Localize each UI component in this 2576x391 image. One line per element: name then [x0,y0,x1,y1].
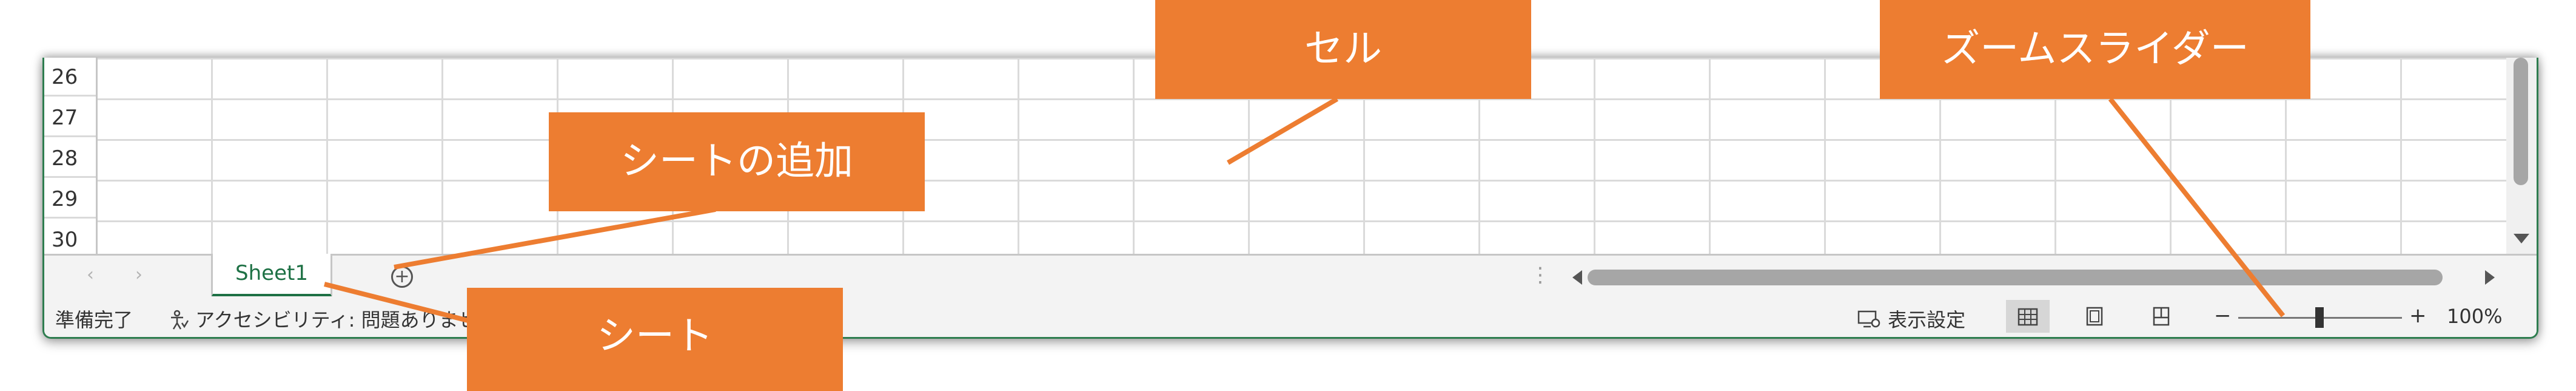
callout-cell: セル [1155,0,1531,99]
zoom-slider-leader-line [2108,97,2286,318]
add-sheet-leader-line [394,207,716,270]
callout-zoom-slider: ズームスライダー [1880,0,2310,99]
callout-add-sheet: シートの追加 [549,112,925,211]
callout-sheet: シート [467,288,843,391]
sheet-leader-line [324,282,474,324]
cell-leader-line [1226,97,1339,165]
